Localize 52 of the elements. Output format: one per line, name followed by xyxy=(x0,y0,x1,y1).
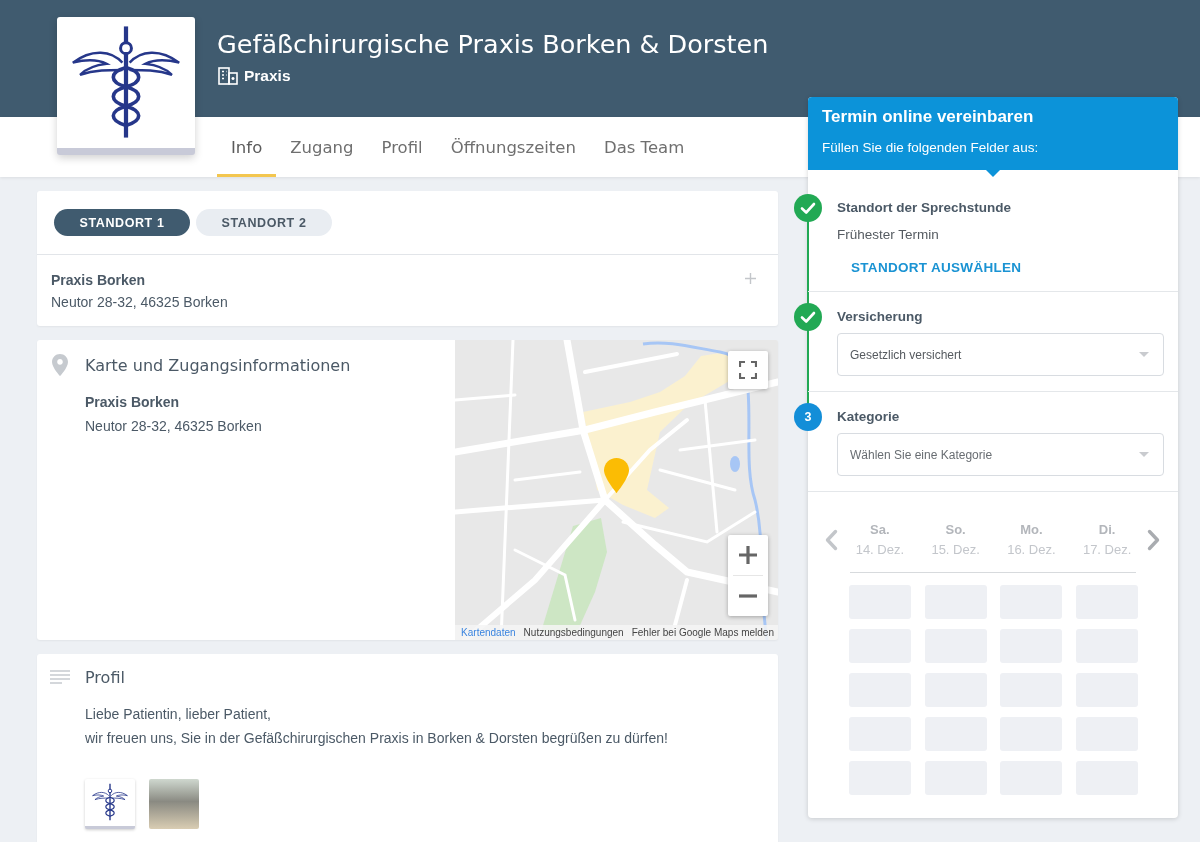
building-icon xyxy=(218,67,238,85)
plus-icon xyxy=(739,546,757,564)
weekday-label: So. xyxy=(945,521,966,539)
booking-subtitle: Füllen Sie die folgenden Felder aus: xyxy=(822,139,1040,157)
step-title: Standort der Sprechstunde xyxy=(837,199,1013,217)
practice-address: Neutor 28-32, 46325 Borken xyxy=(85,417,263,436)
chevron-left-icon xyxy=(825,529,838,551)
nav-tab[interactable]: Zugang xyxy=(276,117,368,177)
date-label: 14. Dez. xyxy=(855,541,905,559)
booking-title: Termin online vereinbaren xyxy=(822,107,1035,127)
profile-text: Liebe Patientin, lieber Patient, xyxy=(85,705,272,724)
step-title: Versicherung xyxy=(837,308,924,326)
location-tab[interactable]: STANDORT 1 xyxy=(54,209,190,236)
nav-tab[interactable]: Das Team xyxy=(589,117,699,177)
caduceus-logo-icon xyxy=(91,782,129,821)
choose-location-link[interactable]: STANDORT AUSWÄHLEN xyxy=(851,259,1022,277)
weekday-label: Di. xyxy=(1098,521,1116,539)
nav-tab[interactable]: Profil xyxy=(367,117,437,177)
map-attribution-link[interactable]: Kartendaten xyxy=(461,625,516,640)
step-detail: Frühester Termin xyxy=(837,226,940,244)
practice-name: Praxis Borken xyxy=(51,271,147,290)
practice-title: Gefäßchirurgische Praxis Borken & Dorsten xyxy=(217,28,769,60)
text-lines-icon xyxy=(50,670,70,685)
caret-icon xyxy=(1139,352,1149,357)
practice-address: Neutor 28-32, 46325 Borken xyxy=(51,293,228,312)
date-label: 17. Dez. xyxy=(1082,541,1132,559)
location-pin-icon xyxy=(52,354,68,376)
profile-text: wir freuen uns, Sie in der Gefäßchirurgischen Praxis in Borken & Dorsten begrüßen zu dürfen! xyxy=(85,729,668,748)
category-label: Praxis xyxy=(244,66,291,86)
weekday-label: Mo. xyxy=(1020,521,1043,539)
logo-thumbnail[interactable] xyxy=(85,779,135,829)
practice-name: Praxis Borken xyxy=(85,393,181,412)
map-attribution-link[interactable]: Nutzungsbedingungen xyxy=(523,625,624,640)
nav-tab[interactable]: Info xyxy=(217,117,277,177)
caret-icon xyxy=(1139,452,1149,457)
location-tab[interactable]: STANDORT 2 xyxy=(196,209,332,236)
step-title: Kategorie xyxy=(837,408,901,426)
fullscreen-icon xyxy=(739,361,757,379)
date-label: 15. Dez. xyxy=(931,541,980,559)
fullscreen-button[interactable] xyxy=(728,351,768,389)
section-title: Profil xyxy=(85,667,126,689)
section-title: Karte und Zugangsinformationen xyxy=(85,355,351,377)
select-field[interactable]: Wählen Sie eine Kategorie xyxy=(837,433,1164,476)
nav-tab[interactable]: Öffnungszeiten xyxy=(436,117,590,177)
select-field[interactable]: Gesetzlich versichert xyxy=(837,333,1164,376)
location-marker-icon xyxy=(604,458,629,493)
minus-icon xyxy=(739,594,757,598)
map-attribution-link[interactable]: Fehler bei Google Maps melden xyxy=(631,625,774,640)
weekday-label: Sa. xyxy=(870,521,890,539)
step-number: 3 xyxy=(794,403,822,431)
chevron-right-icon xyxy=(1147,529,1160,551)
date-label: 16. Dez. xyxy=(1007,541,1056,559)
